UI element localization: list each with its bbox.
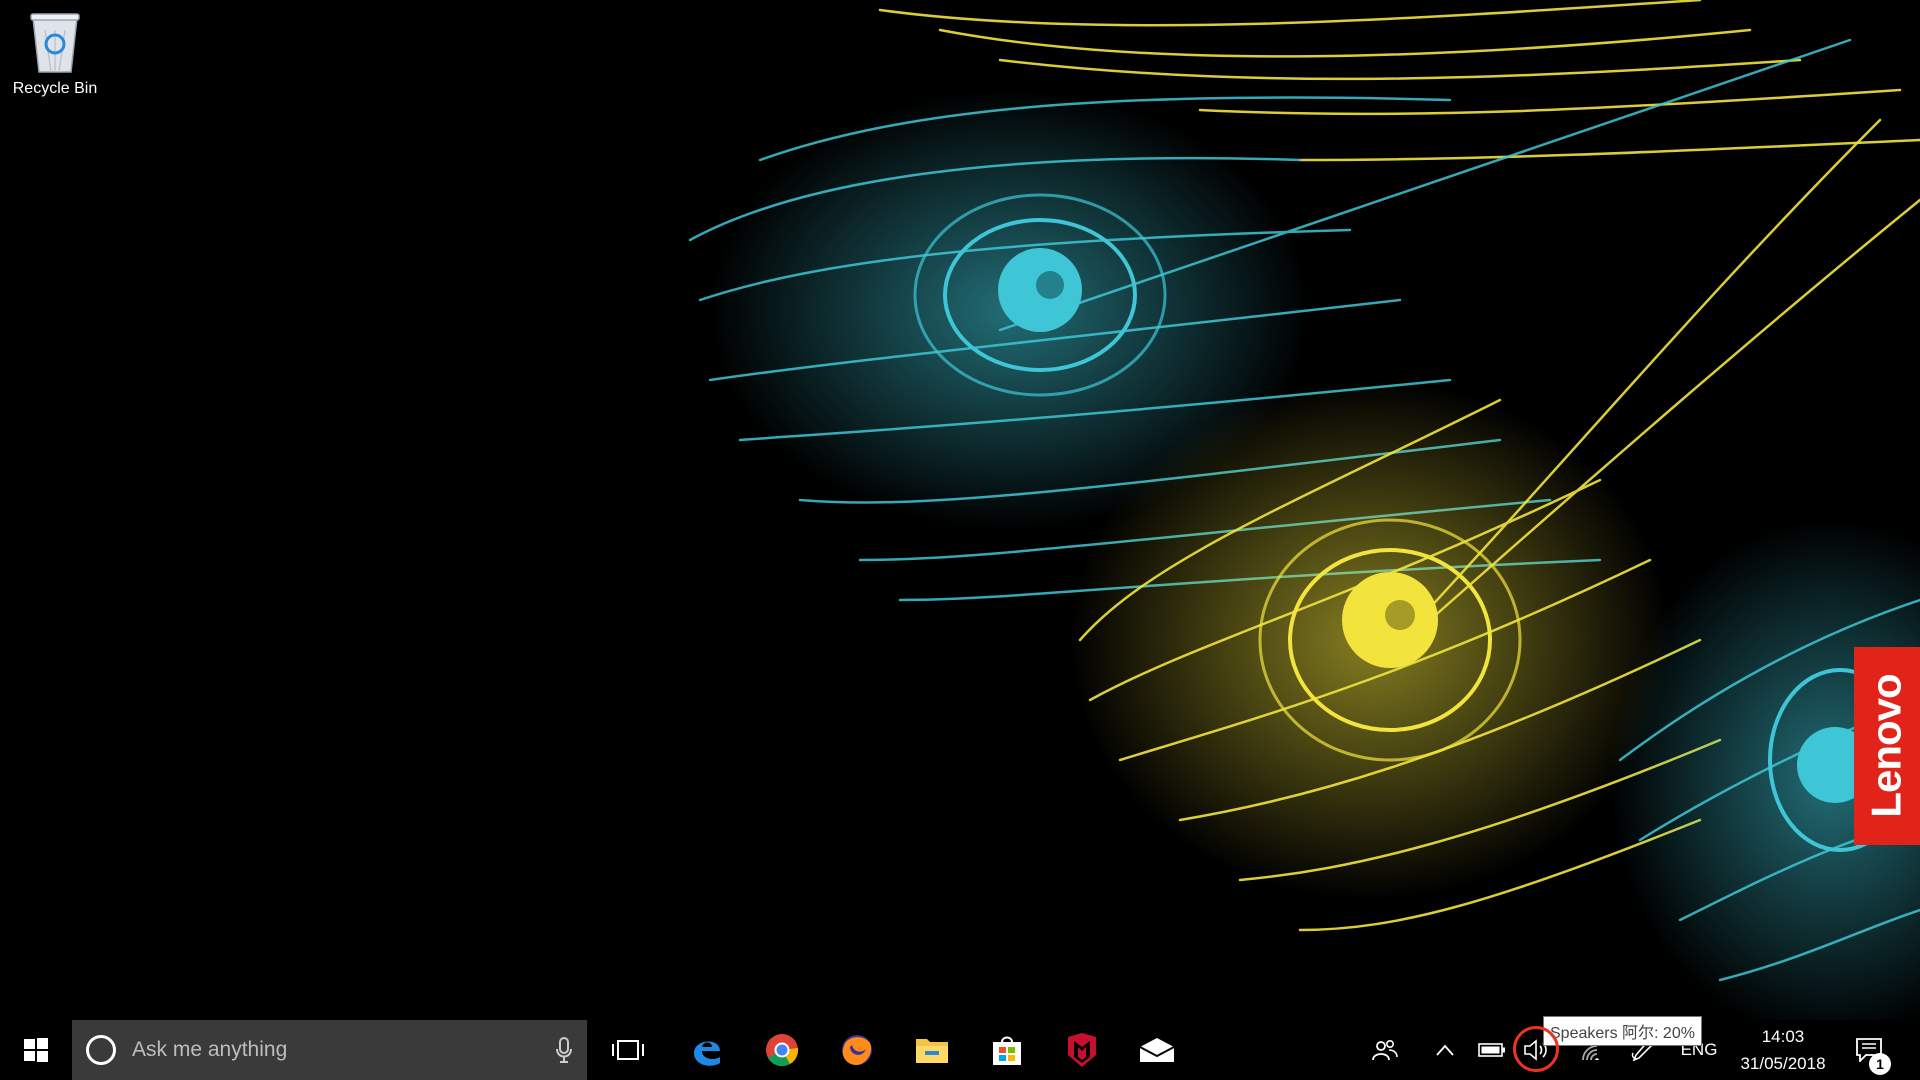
windows-logo-icon (24, 1038, 48, 1062)
lenovo-brand-tab: Lenovo (1854, 647, 1920, 845)
recycle-bin-shortcut[interactable]: Recycle Bin (6, 8, 104, 110)
taskbar-app-mail[interactable] (1119, 1020, 1194, 1080)
desktop-wallpaper (688, 0, 1920, 1020)
recycle-bin-label: Recycle Bin (12, 80, 98, 97)
task-view-icon (612, 1040, 644, 1060)
cortana-icon (86, 1035, 116, 1065)
taskbar-app-firefox[interactable] (819, 1020, 894, 1080)
taskbar-app-chrome[interactable] (744, 1020, 819, 1080)
taskbar-app-file-explorer[interactable] (894, 1020, 969, 1080)
notification-count-badge: 1 (1869, 1053, 1891, 1075)
mail-icon (1139, 1038, 1174, 1062)
people-icon (1372, 1039, 1398, 1061)
start-button[interactable] (0, 1020, 72, 1080)
chevron-up-icon (1436, 1044, 1454, 1056)
edge-icon (693, 1041, 720, 1066)
taskbar-app-mcafee[interactable] (1044, 1020, 1119, 1080)
store-icon (992, 1036, 1021, 1065)
clock-date: 31/05/2018 (1740, 1054, 1826, 1073)
task-view-button[interactable] (590, 1020, 666, 1080)
volume-tooltip: Speakers 阿尔: 20% (1543, 1016, 1702, 1046)
search-box[interactable]: Ask me anything (72, 1020, 587, 1080)
firefox-icon (841, 1035, 872, 1065)
show-hidden-icons-button[interactable] (1423, 1020, 1467, 1080)
people-button[interactable] (1364, 1020, 1406, 1080)
folder-icon (915, 1039, 948, 1063)
battery-button[interactable] (1472, 1020, 1512, 1080)
lenovo-logo-text: Lenovo (1863, 674, 1910, 818)
battery-icon (1478, 1043, 1505, 1057)
clock-time: 14:03 (1761, 1027, 1805, 1046)
search-placeholder: Ask me anything (132, 1038, 288, 1061)
taskbar-app-store[interactable] (969, 1020, 1044, 1080)
taskbar-app-edge[interactable] (669, 1020, 744, 1080)
mcafee-icon (1067, 1033, 1096, 1067)
microphone-icon[interactable] (555, 1037, 573, 1063)
clock-button[interactable]: 14:03 31/05/2018 (1730, 1020, 1836, 1080)
recycle-bin-icon (30, 13, 80, 73)
chrome-icon (765, 1034, 798, 1067)
